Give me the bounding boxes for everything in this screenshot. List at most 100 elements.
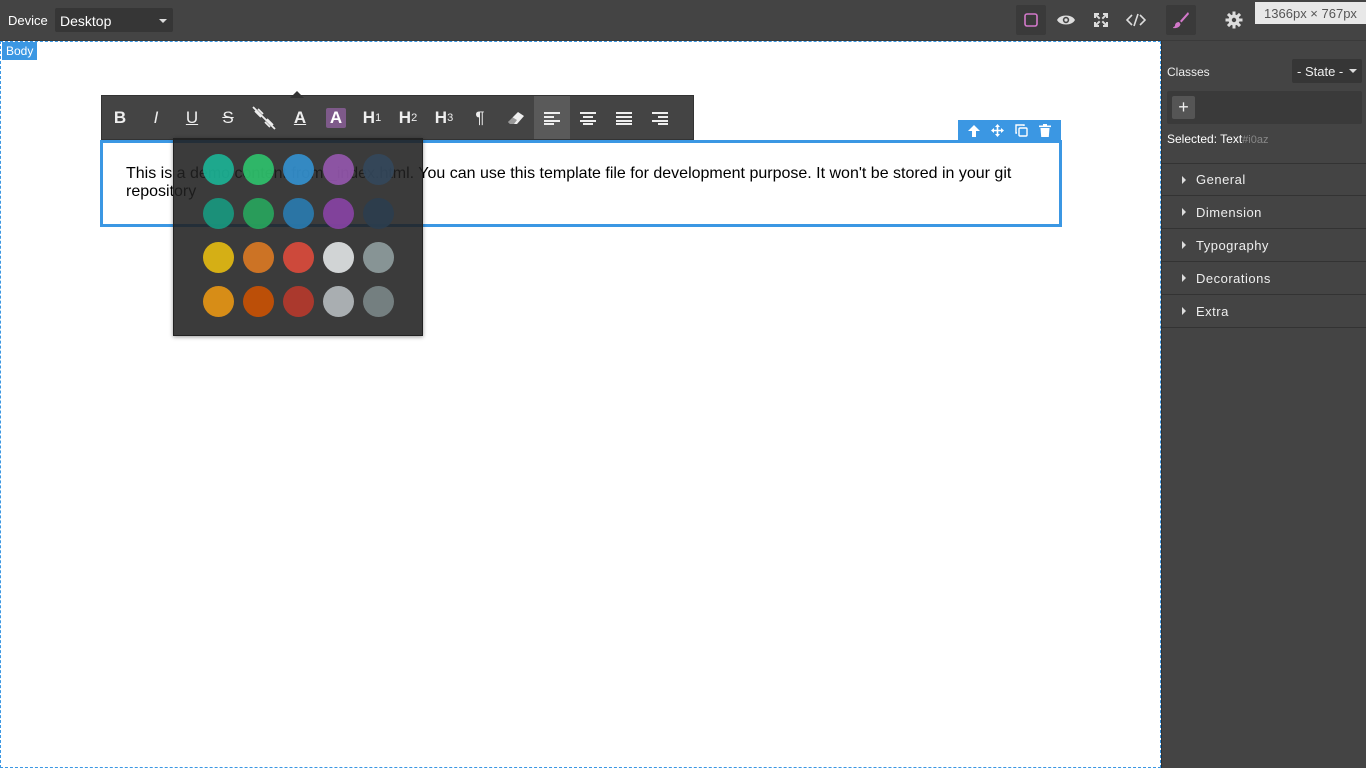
- paragraph-button[interactable]: ¶: [462, 96, 498, 139]
- device-select[interactable]: Desktop: [55, 8, 173, 32]
- color-swatch[interactable]: [243, 286, 274, 317]
- color-swatch[interactable]: [283, 198, 314, 229]
- strikethrough-button[interactable]: S: [210, 96, 246, 139]
- sector-label: Typography: [1196, 237, 1269, 253]
- align-center-button[interactable]: [570, 96, 606, 139]
- style-manager-button[interactable]: [1166, 5, 1196, 35]
- color-swatch[interactable]: [283, 154, 314, 185]
- bold-button[interactable]: B: [102, 96, 138, 139]
- sw-visibility-button[interactable]: [1016, 5, 1046, 35]
- delete-button[interactable]: [1035, 121, 1055, 141]
- color-swatch[interactable]: [363, 286, 394, 317]
- color-swatch[interactable]: [363, 154, 394, 185]
- state-select-value: - State -: [1297, 64, 1344, 79]
- state-select[interactable]: - State -: [1292, 59, 1362, 83]
- settings-button[interactable]: [1219, 5, 1249, 35]
- clone-button[interactable]: [1011, 121, 1031, 141]
- font-color-label: A: [293, 107, 307, 127]
- heading3-label: H: [434, 107, 448, 127]
- sector-dimension[interactable]: Dimension: [1162, 196, 1366, 229]
- heading1-label: H: [362, 107, 376, 127]
- heading2-sub: 2: [411, 111, 418, 124]
- color-swatch[interactable]: [283, 286, 314, 317]
- paragraph-label: ¶: [475, 107, 485, 127]
- align-left-button[interactable]: [534, 96, 570, 139]
- classes-label: Classes: [1167, 65, 1210, 79]
- move-button[interactable]: [988, 121, 1008, 141]
- sector-general[interactable]: General: [1162, 163, 1366, 196]
- color-swatch[interactable]: [203, 242, 234, 273]
- toolbar-pointer: [290, 91, 304, 98]
- color-swatch[interactable]: [203, 286, 234, 317]
- canvas-size-badge: 1366px × 767px: [1255, 2, 1366, 24]
- sector-extra[interactable]: Extra: [1162, 295, 1366, 328]
- device-select-value: Desktop: [60, 13, 112, 29]
- sector-decorations[interactable]: Decorations: [1162, 262, 1366, 295]
- color-swatch[interactable]: [283, 242, 314, 273]
- heading1-sub: 1: [375, 111, 382, 124]
- font-color-button[interactable]: A: [282, 96, 318, 139]
- color-swatch[interactable]: [203, 198, 234, 229]
- color-swatch[interactable]: [323, 286, 354, 317]
- add-class-button[interactable]: +: [1172, 96, 1195, 119]
- select-parent-button[interactable]: [964, 121, 984, 141]
- arrow-up-icon: [967, 124, 980, 137]
- selected-label: Selected:: [1167, 132, 1218, 146]
- color-swatch[interactable]: [323, 242, 354, 273]
- code-icon: [1126, 13, 1146, 27]
- sector-typography[interactable]: Typography: [1162, 229, 1366, 262]
- color-swatch[interactable]: [363, 198, 394, 229]
- unlink-button[interactable]: [246, 96, 282, 139]
- copy-icon: [1015, 124, 1028, 137]
- caret-right-icon: [1182, 241, 1186, 249]
- style-manager-panel: Classes - State - + Selected: Text#i0az …: [1161, 41, 1366, 768]
- clear-format-button[interactable]: [498, 96, 534, 139]
- component-toolbar: [958, 120, 1061, 141]
- top-bar: Device Desktop 1366px × 767px: [0, 0, 1366, 41]
- caret-right-icon: [1182, 307, 1186, 315]
- device-label: Device: [8, 13, 48, 28]
- underline-button[interactable]: U: [174, 96, 210, 139]
- color-swatch[interactable]: [243, 242, 274, 273]
- align-center-icon: [580, 111, 596, 125]
- sector-label: Dimension: [1196, 204, 1262, 220]
- caret-right-icon: [1182, 274, 1186, 282]
- fullscreen-icon: [1094, 13, 1108, 27]
- preview-button[interactable]: [1051, 5, 1081, 35]
- align-justify-icon: [616, 111, 632, 125]
- body-badge: Body: [2, 42, 38, 60]
- bold-label: B: [113, 107, 127, 127]
- heading3-button[interactable]: H3: [426, 96, 462, 139]
- color-swatch[interactable]: [243, 154, 274, 185]
- fullscreen-button[interactable]: [1086, 5, 1116, 35]
- heading3-sub: 3: [447, 111, 454, 124]
- sector-label: General: [1196, 172, 1246, 187]
- color-swatch[interactable]: [323, 198, 354, 229]
- underline-label: U: [185, 107, 199, 127]
- sector-label: Extra: [1196, 303, 1229, 319]
- color-palette-popup: [173, 138, 423, 336]
- chevron-down-icon: [1349, 69, 1357, 73]
- paint-brush-icon: [1173, 12, 1189, 29]
- highlight-color-button[interactable]: A: [318, 96, 354, 139]
- italic-label: I: [153, 107, 159, 127]
- color-swatch[interactable]: [243, 198, 274, 229]
- align-right-icon: [652, 111, 668, 125]
- align-justify-button[interactable]: [606, 96, 642, 139]
- code-view-button[interactable]: [1121, 5, 1151, 35]
- chevron-down-icon: [159, 19, 167, 23]
- highlight-color-label: A: [325, 107, 347, 128]
- align-right-button[interactable]: [642, 96, 678, 139]
- selected-name: Text: [1220, 132, 1243, 146]
- color-swatch[interactable]: [363, 242, 394, 273]
- color-swatch[interactable]: [323, 154, 354, 185]
- trash-icon: [1039, 124, 1052, 137]
- heading2-label: H: [398, 107, 412, 127]
- heading1-button[interactable]: H1: [354, 96, 390, 139]
- heading2-button[interactable]: H2: [390, 96, 426, 139]
- italic-button[interactable]: I: [138, 96, 174, 139]
- color-swatch[interactable]: [203, 154, 234, 185]
- align-left-icon: [544, 111, 560, 125]
- caret-right-icon: [1182, 208, 1186, 216]
- caret-right-icon: [1182, 175, 1186, 184]
